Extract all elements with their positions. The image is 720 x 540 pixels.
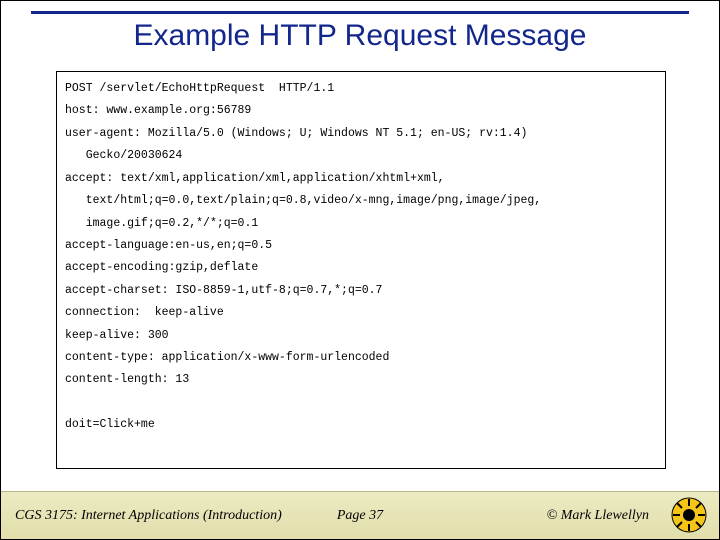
- slide-title: Example HTTP Request Message: [1, 19, 719, 53]
- header-line: text/html;q=0.0,text/plain;q=0.8,video/x…: [65, 194, 541, 207]
- header-line: accept: text/xml,application/xml,applica…: [65, 172, 445, 185]
- header-line: content-length: 13: [65, 373, 189, 386]
- footer-bar: CGS 3175: Internet Applications (Introdu…: [1, 491, 719, 539]
- footer-author: © Mark Llewellyn: [547, 508, 649, 524]
- header-line: image.gif;q=0.2,*/*;q=0.1: [65, 217, 258, 230]
- title-rule: [31, 11, 689, 14]
- slide-container: Example HTTP Request Message POST /servl…: [0, 0, 720, 540]
- header-line: Gecko/20030624: [65, 149, 182, 162]
- http-request-box: POST /servlet/EchoHttpRequest HTTP/1.1 h…: [56, 71, 666, 469]
- ucf-logo-icon: [671, 497, 707, 533]
- header-line: keep-alive: 300: [65, 329, 169, 342]
- request-body: doit=Click+me: [65, 418, 155, 431]
- header-line: content-type: application/x-www-form-url…: [65, 351, 389, 364]
- request-line: POST /servlet/EchoHttpRequest HTTP/1.1: [65, 82, 334, 95]
- header-line: host: www.example.org:56789: [65, 104, 251, 117]
- footer-course: CGS 3175: Internet Applications (Introdu…: [15, 508, 282, 524]
- header-line: accept-encoding:gzip,deflate: [65, 261, 258, 274]
- header-line: user-agent: Mozilla/5.0 (Windows; U; Win…: [65, 127, 527, 140]
- header-line: connection: keep-alive: [65, 306, 224, 319]
- header-line: accept-charset: ISO-8859-1,utf-8;q=0.7,*…: [65, 284, 382, 297]
- header-line: accept-language:en-us,en;q=0.5: [65, 239, 272, 252]
